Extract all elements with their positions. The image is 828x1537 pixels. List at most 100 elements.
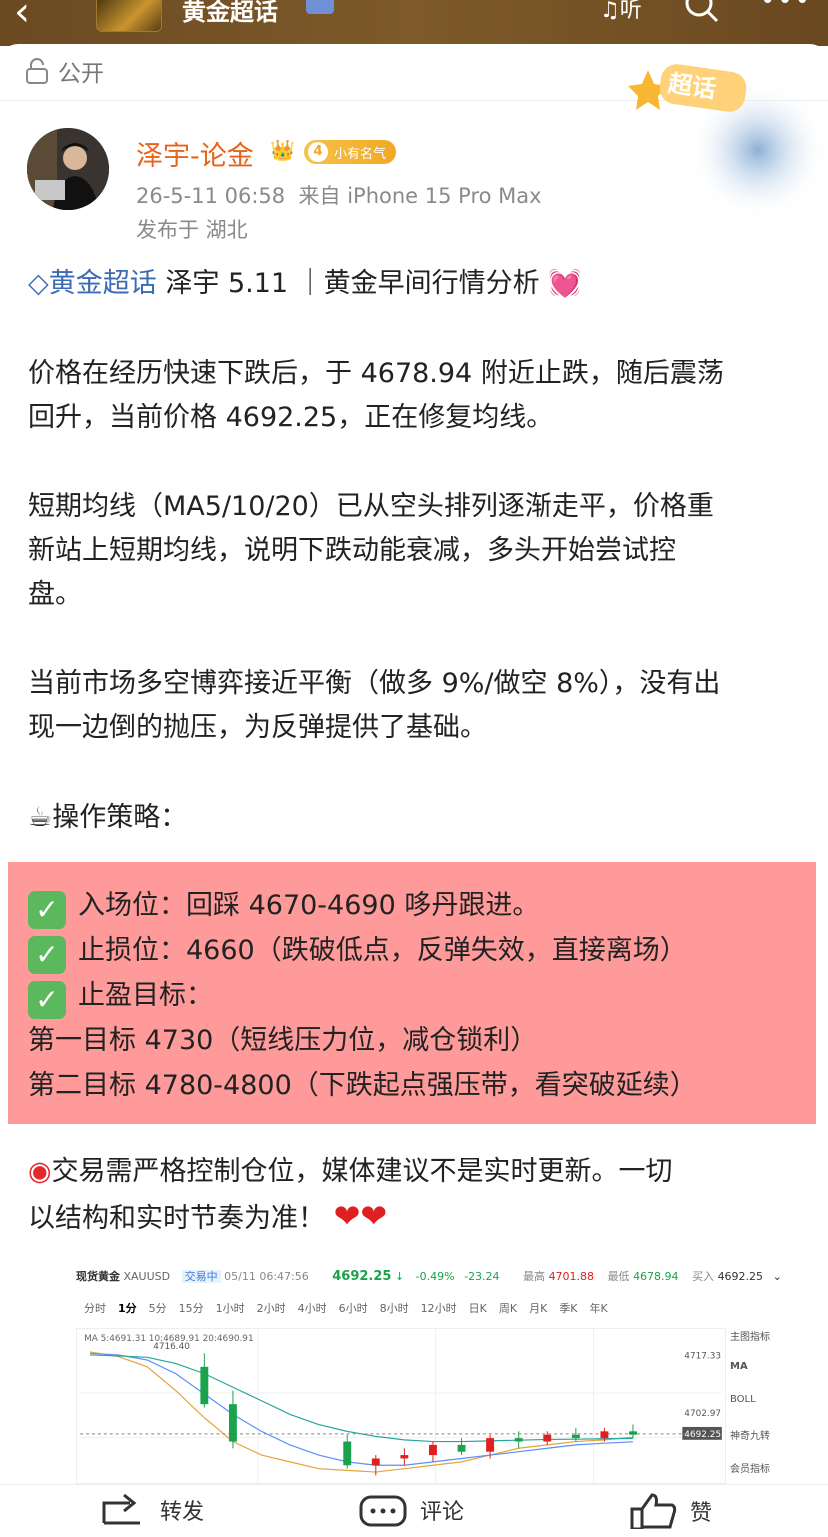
candle-body [629, 1431, 637, 1435]
indicator-panel: 主图指标MABOLL神奇九转会员指标酷哪线 [730, 1328, 800, 1484]
weibo-icon: ◉ [28, 1156, 52, 1187]
visibility-label: 公开 [58, 61, 104, 87]
period-tab[interactable]: 8小时 [380, 1302, 409, 1315]
heart-icon: 💓 [548, 268, 582, 299]
chart-change: -23.24 [464, 1270, 500, 1283]
period-tab[interactable]: 4小时 [298, 1302, 327, 1315]
indicator-item: 主图指标 [730, 1332, 770, 1343]
target-2-text: 第二目标 4780-4800（下跌起点强压带，看突破延续） [28, 1069, 697, 1101]
coffee-icon: ☕ [28, 802, 53, 833]
period-tab[interactable]: 6小时 [339, 1302, 368, 1315]
series-line-ma20 [90, 1354, 633, 1443]
series-line-ma5 [89, 1351, 634, 1473]
text-line: 当前市场多空博弈接近平衡（做多 9%/做空 8%），没有出 [28, 668, 721, 699]
like-label: 赞 [690, 1501, 713, 1526]
check-icon: ✓ [28, 891, 66, 929]
stop-loss-text: 止损位：4660（跌破低点，反弹失效，直接离场） [78, 935, 687, 966]
strategy-title: 操作策略： [52, 802, 188, 833]
indicator-item[interactable]: 神奇九转 [730, 1427, 800, 1460]
comment-button[interactable]: 评论 [358, 1493, 464, 1527]
diamond-icon: ◇ [28, 268, 49, 299]
strategy-heading: ☕操作策略： [28, 796, 808, 840]
low-label: 最低 [607, 1270, 630, 1283]
period-tab[interactable]: 日K [469, 1302, 487, 1315]
period-tab[interactable]: 周K [499, 1302, 517, 1315]
axis-tick-label: 4717.33 [684, 1352, 721, 1362]
chart-high: 4701.88 [548, 1270, 595, 1283]
target-1-text: 第一目标 4730（短线压力位，减仓锁利） [28, 1025, 538, 1056]
period-tab[interactable]: 分时 [84, 1302, 106, 1315]
listen-button[interactable]: ♫听 [600, 0, 642, 24]
crown-icon: 👑 [270, 138, 295, 162]
action-bar: 转发 评论 赞 [0, 1484, 828, 1537]
down-arrow-icon: ↓ [394, 1270, 405, 1283]
super-topic-badge: 超话 [628, 64, 828, 220]
price-tag-label: 4692.25 [684, 1430, 721, 1440]
period-tab[interactable]: 1小时 [216, 1302, 245, 1315]
disclaimer: ◉交易需严格控制仓位，媒体建议不是实时更新。一切 以结构和实时节奏为准！ ❤❤ [28, 1150, 808, 1241]
chevron-down-icon: ⌄ [772, 1270, 782, 1283]
candle-body [486, 1438, 495, 1452]
more-icon[interactable]: ••• [760, 0, 812, 16]
disclaimer-line: 以结构和实时节奏为准！ [28, 1203, 325, 1234]
post-source: 来自 iPhone 15 Pro Max [298, 184, 542, 208]
price-chart: MA 5:4691.31 10:4689.91 20:4690.914716.4… [76, 1328, 726, 1484]
visibility-indicator: 公开 [24, 54, 104, 88]
period-tab[interactable]: 季K [559, 1302, 577, 1315]
top-bar: ‹ 黄金超话 ♫听 ••• [0, 0, 828, 46]
text-line: 回升，当前价格 4692.25，正在修复均线。 [28, 402, 554, 433]
buy-label: 买入 [692, 1270, 715, 1283]
candle-body [228, 1404, 237, 1442]
text-line: 盘。 [28, 579, 82, 610]
period-tab[interactable]: 月K [529, 1302, 547, 1315]
paragraph-3: 当前市场多空博弈接近平衡（做多 9%/做空 8%），没有出 现一边倒的抛压，为反… [28, 662, 808, 750]
period-tab[interactable]: 1分 [118, 1302, 137, 1315]
candle-body [457, 1444, 466, 1452]
search-icon[interactable] [682, 0, 720, 24]
heart-icon: ❤ [333, 1197, 361, 1235]
topic-title[interactable]: 黄金超话 [182, 0, 278, 27]
chart-price: 4692.25 [332, 1269, 392, 1284]
period-tab[interactable]: 年K [590, 1302, 608, 1315]
topic-link[interactable]: 黄金超话 [49, 268, 157, 299]
post-headline-line: ◇黄金超话 泽宇 5.11 ｜黄金早间行情分析 💓 [28, 262, 808, 306]
post-timestamp: 26-5-11 06:58 [136, 184, 286, 208]
paragraph-2: 短期均线（MA5/10/20）已从空头排列逐渐走平，价格重 新站上短期均线，说明… [28, 485, 808, 617]
chart-time: 05/11 06:47:56 [224, 1270, 309, 1283]
indicator-item[interactable]: 会员指标 [730, 1460, 800, 1484]
topic-thumbnail[interactable] [96, 0, 162, 32]
candle-body [543, 1434, 552, 1442]
text-line: 新站上短期均线，说明下跌动能衰减，多头开始尝试控 [28, 535, 676, 566]
strategy-list: ✓ 入场位：回踩 4670-4690 哆丹跟进。 ✓ 止损位：4660（跌破低点，反… [28, 884, 697, 1108]
author-name[interactable]: 泽宇-论金 [136, 134, 254, 173]
check-icon: ✓ [28, 936, 66, 974]
chart-screenshot[interactable]: 现货黄金 XAUUSD 交易中 05/11 06:47:56 4692.25 ↓… [70, 1262, 800, 1484]
indicator-item[interactable]: BOLL [730, 1394, 800, 1427]
take-profit-title: 止盈目标： [78, 980, 213, 1011]
chart-status: 交易中 [181, 1270, 221, 1283]
level-number: 4 [308, 142, 328, 162]
back-icon[interactable]: ‹ [14, 0, 54, 32]
period-tab[interactable]: 12小时 [421, 1302, 457, 1315]
indicator-item[interactable]: MA [730, 1361, 800, 1394]
series-line-ma10 [90, 1352, 634, 1466]
post-location: 发布于 湖北 [136, 218, 248, 242]
chart-low: 4678.94 [633, 1270, 679, 1283]
period-tab[interactable]: 5分 [149, 1302, 167, 1315]
repost-button[interactable]: 转发 [100, 1493, 204, 1527]
comment-label: 评论 [420, 1500, 465, 1525]
like-button[interactable]: 赞 [628, 1493, 712, 1529]
chart-buy: 4692.25 [717, 1270, 764, 1283]
paragraph-1: 价格在经历快速下跌后，于 4678.94 附近止跌，随后震荡 回升，当前价格 4… [28, 352, 808, 440]
avatar[interactable] [27, 128, 109, 210]
period-tab[interactable]: 15分 [179, 1302, 204, 1315]
lock-icon [26, 58, 48, 84]
thumbs-up-icon [630, 1493, 677, 1529]
period-tab[interactable]: 2小时 [257, 1302, 286, 1315]
candle-body [343, 1441, 352, 1466]
level-badge[interactable]: 4 小有名气 [304, 140, 397, 164]
repost-label: 转发 [160, 1500, 205, 1525]
chart-header: 现货黄金 XAUUSD 交易中 05/11 06:47:56 4692.25 ↓… [76, 1268, 800, 1284]
chart-change-pct: -0.49% [415, 1270, 455, 1283]
comment-icon [359, 1495, 407, 1527]
